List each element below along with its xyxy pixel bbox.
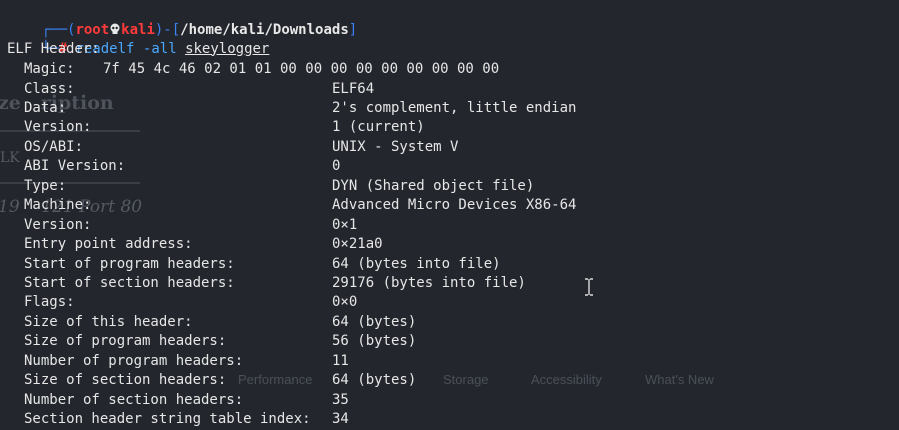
command-file-argument[interactable]: skeylogger	[185, 41, 269, 57]
field-value: 35	[332, 391, 349, 408]
field-label: Flags:	[24, 294, 75, 311]
field-label: ABI Version:	[24, 158, 126, 175]
elf-header-title: ELF Header:	[7, 41, 100, 57]
field-value: ELF64	[332, 80, 375, 97]
prompt-line: ┌──(root kali)-[/home/kali/Downloads]	[8, 1, 357, 38]
field-label: Size of this header:	[24, 313, 193, 330]
field-value: 64 (bytes into file)	[332, 255, 501, 272]
field-label: Start of section headers:	[24, 275, 235, 291]
terminal-window[interactable]: ze ription LK 19 121 Port 80 Performance…	[0, 0, 899, 429]
ghost-divider-2	[0, 182, 140, 184]
field-label: Machine:	[24, 197, 92, 214]
field-value: Advanced Micro Devices X86-64	[332, 197, 577, 214]
field-value: 34	[332, 411, 349, 428]
field-value: 64 (bytes)	[332, 313, 417, 330]
command-flag: -all	[142, 40, 177, 57]
field-label: Size of section headers:	[24, 372, 227, 389]
field-value: 56 (bytes)	[332, 333, 417, 350]
ghost-devtools-performance: Performance	[238, 372, 313, 387]
field-value: DYN (Shared object file)	[332, 177, 535, 194]
field-value: 29176 (bytes into file)	[332, 275, 526, 291]
field-label: Size of program headers:	[24, 333, 227, 350]
field-label: Number of section headers:	[24, 391, 244, 408]
field-value: 64 (bytes)	[332, 372, 417, 389]
ghost-small-label: LK	[0, 150, 20, 166]
field-value: 0×21a0	[332, 236, 383, 253]
field-label: Type:	[24, 177, 67, 194]
field-value: 0×1	[332, 216, 358, 233]
ghost-devtools-accessibility: Accessibility	[531, 372, 602, 387]
field-value: 11	[332, 352, 349, 369]
field-label: OS/ABI:	[24, 138, 84, 155]
field-label: Version:	[24, 216, 92, 233]
command-line[interactable]: └─# readelf -all skeylogger	[8, 20, 270, 57]
field-label: Version:	[24, 119, 92, 136]
magic-label: Magic:	[24, 61, 75, 77]
ghost-devtools-whatsnew: What's New	[645, 372, 714, 387]
field-label: Entry point address:	[24, 236, 193, 253]
field-value: 0×0	[332, 294, 358, 311]
ghost-devtools-storage: Storage	[443, 372, 489, 387]
field-label: Data:	[24, 100, 67, 116]
field-value: 1 (current)	[332, 119, 425, 136]
field-label: Number of program headers:	[24, 352, 244, 369]
prompt-bracket-close: ]	[348, 21, 358, 38]
field-value: 2's complement, little endian	[332, 100, 577, 116]
field-value: 0	[332, 158, 341, 175]
field-value: UNIX - System V	[332, 138, 459, 155]
magic-value: 7f 45 4c 46 02 01 01 00 00 00 00 00 00 0…	[103, 61, 500, 77]
field-label: Class:	[24, 80, 75, 97]
field-label: Start of program headers:	[24, 255, 235, 272]
field-label: Section header string table index:	[24, 411, 311, 428]
text-cursor-icon	[584, 278, 594, 300]
